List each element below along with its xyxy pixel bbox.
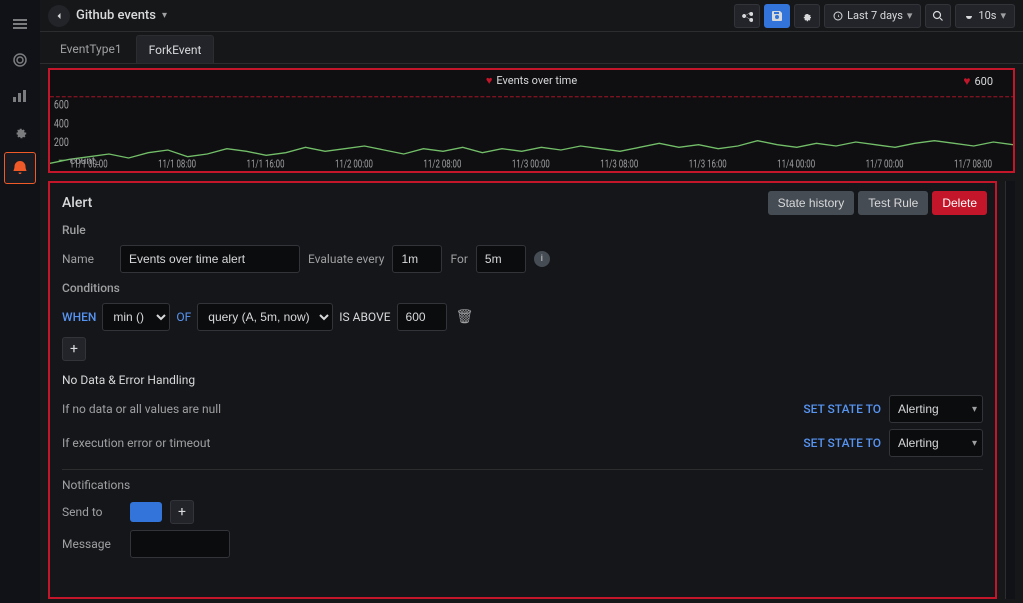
- delete-button[interactable]: Delete: [932, 191, 987, 215]
- svg-text:600: 600: [54, 97, 69, 112]
- condition-delete-icon[interactable]: 🗑: [453, 305, 477, 329]
- dashboard-title: Github events: [76, 8, 156, 23]
- rule-section-title: Rule: [62, 223, 983, 237]
- search-button[interactable]: [925, 4, 951, 28]
- right-panel: [1005, 181, 1015, 599]
- notifications-section: Notifications Send to + Message: [62, 469, 983, 558]
- nodata-state-select-1-wrapper: Alerting No Data Keep State OK: [889, 395, 983, 423]
- interval-button[interactable]: 10s ▾: [955, 4, 1015, 28]
- send-to-label: Send to: [62, 505, 122, 519]
- nodata-row1-text: If no data or all values are null: [62, 402, 795, 416]
- sidebar-item-layers[interactable]: [4, 44, 36, 76]
- rule-name-row: Name Evaluate every For i: [62, 245, 983, 273]
- chart-legend: — count_: [58, 156, 100, 167]
- sidebar-item-alerts[interactable]: [4, 152, 36, 184]
- chart-title: Events over time: [496, 74, 577, 87]
- chart-svg: 600 400 200 11/1 00:00 11/1 08:00 11/1 1…: [50, 90, 1013, 170]
- sidebar-item-chart[interactable]: [4, 80, 36, 112]
- chart-heart-icon: ♥: [486, 74, 493, 87]
- content-area: Alert State history Test Rule Delete Rul…: [40, 177, 1023, 603]
- is-above-label: IS ABOVE: [339, 310, 390, 324]
- evaluate-every-input[interactable]: [392, 245, 442, 273]
- chart-legend-label: count_: [70, 156, 100, 167]
- interval-arrow: ▾: [1000, 9, 1006, 22]
- nodata-row2-text: If execution error or timeout: [62, 436, 795, 450]
- nodata-section: No Data & Error Handling If no data or a…: [62, 373, 983, 457]
- topbar: Github events ▾: [40, 0, 1023, 32]
- tab-bar: EventType1 ForkEvent: [40, 32, 1023, 64]
- function-select[interactable]: min () max () avg () sum (): [102, 303, 170, 331]
- query-select[interactable]: query (A, 5m, now): [197, 303, 333, 331]
- info-icon[interactable]: i: [534, 251, 550, 267]
- svg-text:11/4 00:00: 11/4 00:00: [777, 158, 815, 170]
- settings-button[interactable]: [794, 4, 820, 28]
- time-range-button[interactable]: Last 7 days ▾: [824, 4, 921, 28]
- svg-text:400: 400: [54, 116, 69, 131]
- time-range-arrow: ▾: [907, 9, 913, 22]
- alert-panel: Alert State history Test Rule Delete Rul…: [48, 181, 997, 599]
- nodata-row-2: If execution error or timeout SET STATE …: [62, 429, 983, 457]
- chart-title-bar: ♥ Events over time: [486, 74, 577, 87]
- svg-text:11/2 08:00: 11/2 08:00: [423, 158, 461, 170]
- when-label: WHEN: [62, 310, 96, 324]
- for-input[interactable]: [476, 245, 526, 273]
- interval-label: 10s: [978, 9, 996, 22]
- svg-text:11/2 00:00: 11/2 00:00: [335, 158, 373, 170]
- conditions-section: Conditions WHEN min () max () avg () sum…: [62, 281, 983, 361]
- send-to-tag: [130, 502, 162, 522]
- svg-text:11/1 08:00: 11/1 08:00: [158, 158, 196, 170]
- share-button[interactable]: [734, 4, 760, 28]
- sidebar-item-menu[interactable]: [4, 8, 36, 40]
- alert-panel-buttons: State history Test Rule Delete: [768, 191, 987, 215]
- conditions-section-title: Conditions: [62, 281, 983, 295]
- condition-row: WHEN min () max () avg () sum () OF quer…: [62, 303, 983, 331]
- chart-value-badge: ♥ 600: [963, 74, 993, 88]
- save-button[interactable]: [764, 4, 790, 28]
- back-button[interactable]: [48, 5, 70, 27]
- svg-text:11/7 00:00: 11/7 00:00: [866, 158, 904, 170]
- nodata-set-state-1-label: SET STATE TO: [803, 402, 881, 416]
- for-label: For: [450, 252, 467, 266]
- nodata-row-1: If no data or all values are null SET ST…: [62, 395, 983, 423]
- dashboard-title-arrow[interactable]: ▾: [162, 10, 167, 21]
- state-history-button[interactable]: State history: [768, 191, 855, 215]
- nodata-state-select-1[interactable]: Alerting No Data Keep State OK: [889, 395, 983, 423]
- name-field-label: Name: [62, 252, 112, 266]
- notifications-title: Notifications: [62, 469, 983, 492]
- nodata-state-select-2[interactable]: Alerting No Data Keep State OK: [889, 429, 983, 457]
- main-content: Github events ▾: [40, 0, 1023, 603]
- test-rule-button[interactable]: Test Rule: [858, 191, 928, 215]
- sidebar-item-settings[interactable]: [4, 116, 36, 148]
- evaluate-every-label: Evaluate every: [308, 252, 384, 266]
- notif-send-to-row: Send to +: [62, 500, 983, 524]
- message-label: Message: [62, 537, 122, 551]
- svg-text:11/7 08:00: 11/7 08:00: [954, 158, 992, 170]
- threshold-input[interactable]: [397, 303, 447, 331]
- svg-text:11/3 08:00: 11/3 08:00: [600, 158, 638, 170]
- tab-forkevent[interactable]: ForkEvent: [136, 35, 215, 63]
- svg-text:11/3 00:00: 11/3 00:00: [512, 158, 550, 170]
- of-label: OF: [176, 310, 191, 324]
- add-condition-button[interactable]: +: [62, 337, 86, 361]
- svg-text:11/3 16:00: 11/3 16:00: [689, 158, 727, 170]
- topbar-right: Last 7 days ▾ 10s ▾: [734, 4, 1015, 28]
- notif-message-row: Message: [62, 530, 983, 558]
- notif-add-button[interactable]: +: [170, 500, 194, 524]
- nodata-set-state-2-label: SET STATE TO: [803, 436, 881, 450]
- svg-text:11/1 16:00: 11/1 16:00: [247, 158, 285, 170]
- topbar-left: Github events ▾: [48, 5, 167, 27]
- sidebar: [0, 0, 40, 603]
- tab-eventtype1[interactable]: EventType1: [48, 35, 134, 63]
- time-range-label: Last 7 days: [847, 9, 903, 22]
- nodata-section-title: No Data & Error Handling: [62, 373, 983, 387]
- chart-value-heart-icon: ♥: [963, 74, 970, 88]
- message-input[interactable]: [130, 530, 230, 558]
- chart-value: 600: [974, 75, 993, 88]
- alert-name-input[interactable]: [120, 245, 300, 273]
- chart-panel: ♥ Events over time ♥ 600 600 400 200 11/…: [48, 68, 1015, 173]
- nodata-state-select-2-wrapper: Alerting No Data Keep State OK: [889, 429, 983, 457]
- svg-text:200: 200: [54, 135, 69, 150]
